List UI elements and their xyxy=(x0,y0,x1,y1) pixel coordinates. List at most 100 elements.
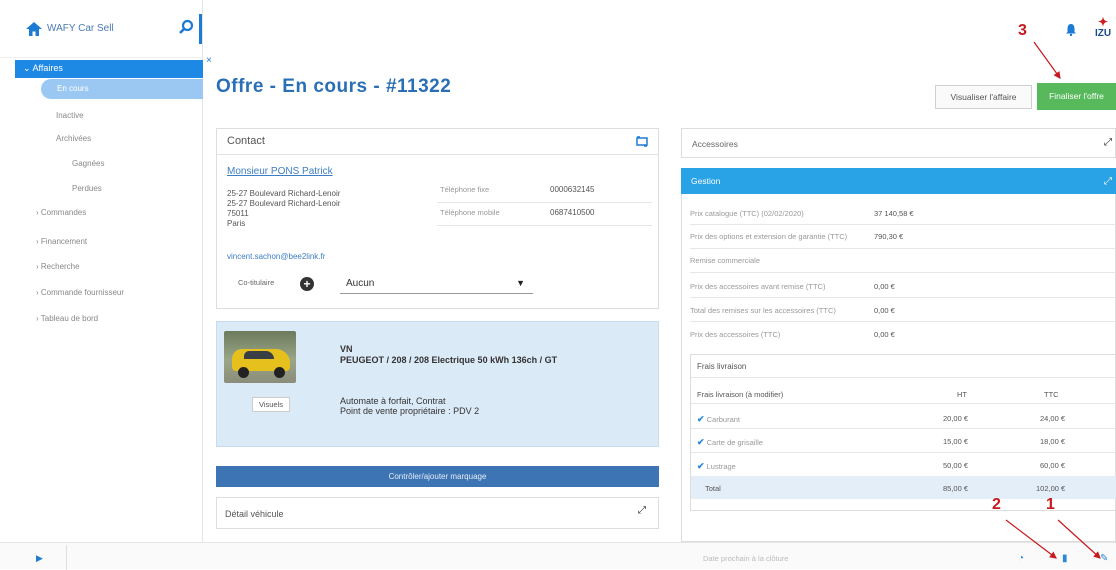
footer-text: Date prochain à la clôture xyxy=(703,554,789,563)
document-icon[interactable]: ▮ xyxy=(1062,553,1068,564)
frais-head-label: Frais livraison (à modifier) xyxy=(697,390,784,399)
close-icon[interactable]: × xyxy=(206,55,212,66)
vehicle-type: VN xyxy=(340,344,353,354)
contact-address2: 25-27 Boulevard Richard-Lenoir xyxy=(227,199,341,208)
frais-head-ttc: TTC xyxy=(1044,390,1059,399)
annotation-3: 3 xyxy=(1018,22,1027,39)
finaliser-button[interactable]: Finaliser l'offre xyxy=(1037,83,1116,110)
play-icon[interactable]: ▶ xyxy=(36,553,43,564)
vehicle-line1: Automate à forfait, Contrat xyxy=(340,396,446,406)
expand-icon[interactable]: ⤢ xyxy=(638,505,646,516)
sidebar-item-perdues[interactable]: Perdues xyxy=(72,184,102,193)
accessories-title: Accessoires xyxy=(692,139,738,149)
vehicle-detail-title: Détail véhicule xyxy=(225,509,284,519)
gestion-row-label: Total des remises sur les accessoires (T… xyxy=(690,306,836,315)
frais-row[interactable]: ✔ Lustrage xyxy=(697,461,736,472)
phone-fixed-label: Téléphone fixe xyxy=(440,185,490,194)
check-icon: ✔ xyxy=(697,414,705,424)
visualiser-button[interactable]: Visualiser l'affaire xyxy=(935,85,1032,109)
contact-panel-header: Contact xyxy=(217,129,658,155)
contact-city: Paris xyxy=(227,219,246,228)
divider xyxy=(690,321,1116,322)
divider xyxy=(437,225,652,226)
brand-header: WAFY Car Sell xyxy=(0,0,203,58)
sidebar-item-commandes[interactable]: › Commandes xyxy=(36,208,86,217)
gestion-row-value: 0,00 € xyxy=(874,282,895,291)
add-coowner-button[interactable]: + xyxy=(300,277,314,291)
check-icon: ✔ xyxy=(697,437,705,447)
caret-down-icon: ▼ xyxy=(516,278,525,288)
help-icon[interactable]: ◔ xyxy=(1018,553,1024,564)
chevron-down-icon: ⌄ xyxy=(23,63,33,73)
sidebar-item-commande-fournisseur[interactable]: › Commande fournisseur xyxy=(36,288,124,297)
frais-total-ht: 85,00 € xyxy=(943,484,969,493)
sidebar-section-affaires[interactable]: ⌄ Affaires xyxy=(15,60,203,78)
marquage-button[interactable]: Contrôler/ajouter marquage xyxy=(216,466,659,487)
contact-name-link[interactable]: Monsieur PONS Patrick xyxy=(227,166,333,177)
sidebar-item-tableau-de-bord[interactable]: › Tableau de bord xyxy=(36,314,98,323)
contact-zip: 75011 xyxy=(227,209,249,218)
frais-row-ht: 15,00 € xyxy=(943,437,969,446)
divider xyxy=(66,545,67,570)
frais-row-ttc: 18,00 € xyxy=(1040,437,1066,446)
divider xyxy=(437,202,652,203)
sidebar-item-archivees[interactable]: Archivées xyxy=(56,134,91,143)
frais-row[interactable]: ✔ Carte de grisaille xyxy=(697,437,763,448)
frais-title: Frais livraison xyxy=(697,362,747,371)
vehicle-photo xyxy=(224,331,296,383)
frais-row-ht: 50,00 € xyxy=(943,461,969,470)
frais-row-ht: 20,00 € xyxy=(943,414,969,423)
frais-head-ht: HT xyxy=(957,390,967,399)
vehicle-line2: Point de vente propriétaire : PDV 2 xyxy=(340,406,480,416)
gestion-header: Gestion xyxy=(681,168,1116,194)
coowner-select[interactable]: Aucun ▼ xyxy=(340,276,533,294)
sidebar-item-recherche[interactable]: › Recherche xyxy=(36,262,80,271)
divider xyxy=(691,403,1116,404)
frais-row[interactable]: ✔ Carburant xyxy=(697,414,740,425)
vehicle-detail-panel[interactable]: Détail véhicule xyxy=(216,497,659,529)
bell-icon[interactable] xyxy=(1066,24,1076,36)
annotation-1: 1 xyxy=(1046,496,1055,513)
visuels-button[interactable]: Visuels xyxy=(252,397,290,412)
swap-icon[interactable] xyxy=(636,136,648,147)
gestion-row-label: Prix des options et extension de garanti… xyxy=(690,232,848,241)
expand-icon[interactable]: ⤢ xyxy=(1104,176,1112,187)
gestion-row-value: 0,00 € xyxy=(874,306,895,315)
phone-fixed-value: 0000632145 xyxy=(550,185,595,194)
vehicle-model: PEUGEOT / 208 / 208 Electrique 50 kWh 13… xyxy=(340,355,558,365)
divider xyxy=(691,452,1116,453)
gestion-title: Gestion xyxy=(691,176,721,186)
expand-icon[interactable]: ⤢ xyxy=(1104,137,1112,148)
home-icon[interactable] xyxy=(26,22,42,36)
contact-address1: 25-27 Boulevard Richard-Lenoir xyxy=(227,189,341,198)
contact-email-link[interactable]: vincent.sachon@bee2link.fr xyxy=(227,252,325,261)
gestion-row-label: Prix catalogue (TTC) (02/02/2020) xyxy=(690,209,804,218)
sidebar-item-gagnees[interactable]: Gagnées xyxy=(72,159,104,168)
sidebar-item-inactive[interactable]: Inactive xyxy=(56,111,84,120)
accessories-panel[interactable]: Accessoires xyxy=(681,128,1116,158)
divider xyxy=(691,428,1116,429)
page-title: Offre - En cours - #11322 xyxy=(216,76,452,97)
sidebar-item-financement[interactable]: › Financement xyxy=(36,237,87,246)
gestion-row-label: Prix des accessoires avant remise (TTC) xyxy=(690,282,826,291)
check-icon: ✔ xyxy=(697,461,705,471)
sidebar-accent xyxy=(199,14,202,44)
phone-mobile-value: 0687410500 xyxy=(550,208,595,217)
contact-panel-title: Contact xyxy=(227,135,265,147)
divider xyxy=(691,377,1116,378)
frais-total-ttc: 102,00 € xyxy=(1036,484,1066,493)
divider xyxy=(690,297,1116,298)
gestion-row-value: 37 140,58 € xyxy=(874,209,914,218)
frais-row-ttc: 60,00 € xyxy=(1040,461,1066,470)
sidebar-item-en-cours[interactable]: En cours xyxy=(41,79,203,99)
gestion-row-label: Remise commerciale xyxy=(690,256,761,265)
edit-icon[interactable]: ✎ xyxy=(1100,553,1108,564)
frais-total-label: Total xyxy=(705,484,721,493)
app-name: WAFY Car Sell xyxy=(47,23,114,34)
gestion-row-label: Prix des accessoires (TTC) xyxy=(690,330,781,339)
divider xyxy=(690,272,1116,273)
search-icon[interactable] xyxy=(178,19,194,35)
annotation-2: 2 xyxy=(992,496,1001,513)
footer-bar: ▶ Date prochain à la clôture ◔ ▮ ✎ xyxy=(0,542,1116,570)
sidebar: WAFY Car Sell ⌄ Affaires En cours Inacti… xyxy=(0,0,203,542)
